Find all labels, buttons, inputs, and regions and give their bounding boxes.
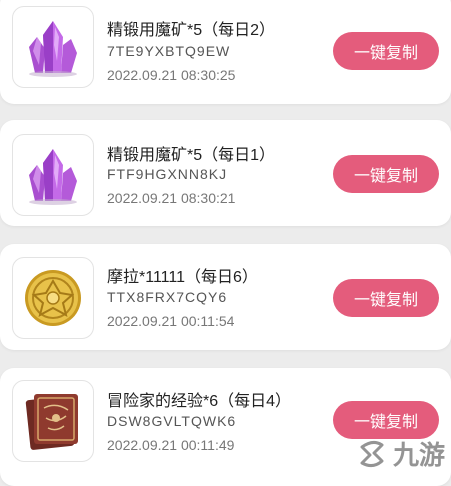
item-title: 冒险家的经验*6（每日4）	[107, 393, 292, 410]
copy-button[interactable]: 一键复制	[333, 279, 439, 317]
watermark: 九游	[356, 435, 445, 472]
copy-button[interactable]: 一键复制	[333, 401, 439, 439]
item-title: 精锻用魔矿*5（每日2）	[107, 22, 276, 39]
item-code: 7TE9YXBTQ9EW	[107, 43, 231, 59]
item-title: 摩拉*11111（每日6）	[107, 269, 258, 286]
list-item: 摩拉*11111（每日6） TTX8FRX7CQY6 2022.09.21 00…	[0, 244, 451, 350]
jiuyou-logo-icon	[360, 440, 384, 467]
item-timestamp: 2022.09.21 00:11:49	[107, 437, 235, 453]
item-thumbnail	[12, 380, 94, 462]
item-thumbnail	[12, 257, 94, 339]
list-item: 精锻用魔矿*5（每日2） 7TE9YXBTQ9EW 2022.09.21 08:…	[0, 0, 451, 104]
gold-coin-icon	[25, 270, 81, 326]
red-book-icon	[25, 394, 78, 450]
item-code: FTF9HGXNN8KJ	[107, 166, 228, 182]
item-code: TTX8FRX7CQY6	[107, 289, 228, 305]
watermark-text: 九游	[392, 441, 445, 471]
item-code: DSW8GVLTQWK6	[107, 413, 237, 429]
item-thumbnail	[12, 6, 94, 88]
item-timestamp: 2022.09.21 08:30:25	[107, 67, 236, 83]
item-timestamp: 2022.09.21 08:30:21	[107, 190, 236, 206]
item-thumbnail	[12, 134, 94, 216]
copy-button[interactable]: 一键复制	[333, 155, 439, 193]
list-item: 精锻用魔矿*5（每日1） FTF9HGXNN8KJ 2022.09.21 08:…	[0, 120, 451, 226]
copy-button[interactable]: 一键复制	[333, 32, 439, 70]
item-timestamp: 2022.09.21 00:11:54	[107, 313, 235, 329]
purple-crystal-icon	[29, 21, 77, 77]
purple-crystal-icon	[29, 149, 77, 205]
item-title: 精锻用魔矿*5（每日1）	[107, 147, 276, 164]
